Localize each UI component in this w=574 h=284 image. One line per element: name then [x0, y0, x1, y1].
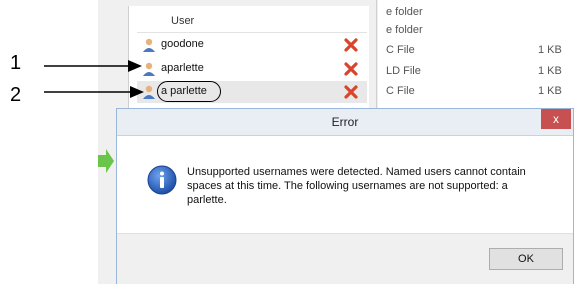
file-type: e folder — [386, 24, 423, 36]
user-column-header[interactable]: User — [137, 12, 367, 33]
file-type: C File — [386, 44, 415, 56]
file-row[interactable]: LD File 1 KB — [378, 63, 574, 81]
file-row[interactable]: C File 1 KB — [378, 83, 574, 101]
close-icon: x — [553, 112, 559, 126]
error-dialog: Error x Unsupported usernames were detec… — [116, 108, 574, 284]
file-row[interactable]: C File 1 KB — [378, 42, 574, 60]
file-size: 1 KB — [538, 65, 562, 77]
user-row[interactable]: aparlette — [137, 58, 367, 80]
file-row[interactable]: e folder — [378, 22, 574, 40]
user-icon — [143, 38, 155, 52]
file-type: e folder — [386, 6, 423, 18]
user-name: goodone — [161, 38, 204, 50]
dialog-title: Error — [331, 115, 359, 129]
dialog-titlebar[interactable]: Error x — [117, 109, 573, 136]
close-button[interactable]: x — [541, 109, 571, 129]
file-type: C File — [386, 85, 415, 97]
delete-icon[interactable] — [343, 61, 359, 77]
dialog-footer: OK — [117, 233, 573, 284]
user-header-label: User — [171, 15, 195, 27]
file-row[interactable]: e folder — [378, 4, 574, 22]
ok-button[interactable]: OK — [489, 248, 563, 270]
file-size: 1 KB — [538, 85, 562, 97]
highlight-circle — [157, 81, 221, 102]
callout-arrow-icon — [44, 86, 144, 98]
user-row-selected[interactable]: a parlette — [137, 81, 367, 103]
callout-number: 2 — [10, 84, 22, 106]
green-arrow-icon[interactable] — [98, 148, 114, 174]
user-row[interactable]: goodone — [137, 34, 367, 56]
info-icon — [147, 165, 177, 195]
delete-icon[interactable] — [343, 84, 359, 100]
callout-number: 1 — [10, 52, 22, 74]
delete-icon[interactable] — [343, 37, 359, 53]
user-name: aparlette — [161, 62, 204, 74]
error-message: Unsupported usernames were detected. Nam… — [187, 166, 526, 206]
file-type: LD File — [386, 65, 421, 77]
file-size: 1 KB — [538, 44, 562, 56]
callout-arrow-icon — [44, 60, 142, 72]
